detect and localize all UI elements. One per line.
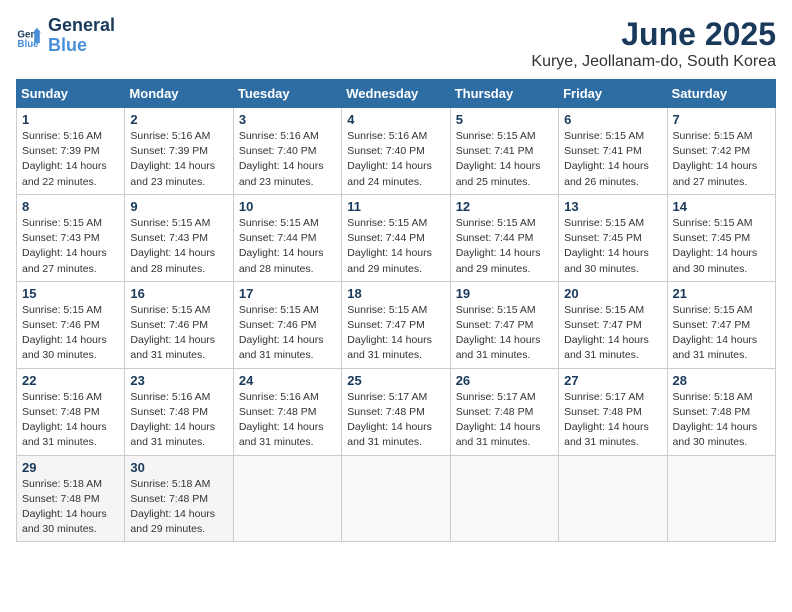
cell-jun17: 17 Sunrise: 5:15 AMSunset: 7:46 PMDaylig…: [233, 281, 341, 368]
title-block: June 2025 Kurye, Jeollanam-do, South Kor…: [531, 16, 776, 71]
cell-jun14: 14 Sunrise: 5:15 AMSunset: 7:45 PMDaylig…: [667, 194, 775, 281]
table-row: 22 Sunrise: 5:16 AMSunset: 7:48 PMDaylig…: [17, 368, 776, 455]
cell-empty: [342, 455, 450, 542]
cell-jun6: 6 Sunrise: 5:15 AMSunset: 7:41 PMDayligh…: [559, 108, 667, 195]
cell-jun25: 25 Sunrise: 5:17 AMSunset: 7:48 PMDaylig…: [342, 368, 450, 455]
cell-empty: [450, 455, 558, 542]
calendar-subtitle: Kurye, Jeollanam-do, South Korea: [531, 53, 776, 71]
cell-jun10: 10 Sunrise: 5:15 AMSunset: 7:44 PMDaylig…: [233, 194, 341, 281]
cell-jun2: 2 Sunrise: 5:16 AMSunset: 7:39 PMDayligh…: [125, 108, 233, 195]
header-saturday: Saturday: [667, 80, 775, 108]
cell-empty: [559, 455, 667, 542]
cell-jun4: 4 Sunrise: 5:16 AMSunset: 7:40 PMDayligh…: [342, 108, 450, 195]
cell-jun19: 19 Sunrise: 5:15 AMSunset: 7:47 PMDaylig…: [450, 281, 558, 368]
cell-jun22: 22 Sunrise: 5:16 AMSunset: 7:48 PMDaylig…: [17, 368, 125, 455]
cell-jun20: 20 Sunrise: 5:15 AMSunset: 7:47 PMDaylig…: [559, 281, 667, 368]
calendar-title: June 2025: [531, 16, 776, 53]
cell-jun28: 28 Sunrise: 5:18 AMSunset: 7:48 PMDaylig…: [667, 368, 775, 455]
cell-empty: [233, 455, 341, 542]
logo-icon: Gen Blue: [16, 22, 44, 50]
cell-jun18: 18 Sunrise: 5:15 AMSunset: 7:47 PMDaylig…: [342, 281, 450, 368]
header-wednesday: Wednesday: [342, 80, 450, 108]
cell-jun21: 21 Sunrise: 5:15 AMSunset: 7:47 PMDaylig…: [667, 281, 775, 368]
cell-jun16: 16 Sunrise: 5:15 AMSunset: 7:46 PMDaylig…: [125, 281, 233, 368]
header-monday: Monday: [125, 80, 233, 108]
header-thursday: Thursday: [450, 80, 558, 108]
cell-jun29: 29 Sunrise: 5:18 AMSunset: 7:48 PMDaylig…: [17, 455, 125, 542]
table-row: 1 Sunrise: 5:16 AMSunset: 7:39 PMDayligh…: [17, 108, 776, 195]
header-tuesday: Tuesday: [233, 80, 341, 108]
cell-jun24: 24 Sunrise: 5:16 AMSunset: 7:48 PMDaylig…: [233, 368, 341, 455]
table-row: 29 Sunrise: 5:18 AMSunset: 7:48 PMDaylig…: [17, 455, 776, 542]
cell-jun30: 30 Sunrise: 5:18 AMSunset: 7:48 PMDaylig…: [125, 455, 233, 542]
header-sunday: Sunday: [17, 80, 125, 108]
page-header: Gen Blue General Blue June 2025 Kurye, J…: [16, 16, 776, 71]
cell-jun1: 1 Sunrise: 5:16 AMSunset: 7:39 PMDayligh…: [17, 108, 125, 195]
cell-jun7: 7 Sunrise: 5:15 AMSunset: 7:42 PMDayligh…: [667, 108, 775, 195]
cell-jun26: 26 Sunrise: 5:17 AMSunset: 7:48 PMDaylig…: [450, 368, 558, 455]
cell-jun11: 11 Sunrise: 5:15 AMSunset: 7:44 PMDaylig…: [342, 194, 450, 281]
logo: Gen Blue General Blue: [16, 16, 115, 56]
cell-jun15: 15 Sunrise: 5:15 AMSunset: 7:46 PMDaylig…: [17, 281, 125, 368]
cell-jun9: 9 Sunrise: 5:15 AMSunset: 7:43 PMDayligh…: [125, 194, 233, 281]
cell-jun23: 23 Sunrise: 5:16 AMSunset: 7:48 PMDaylig…: [125, 368, 233, 455]
table-row: 15 Sunrise: 5:15 AMSunset: 7:46 PMDaylig…: [17, 281, 776, 368]
cell-jun27: 27 Sunrise: 5:17 AMSunset: 7:48 PMDaylig…: [559, 368, 667, 455]
header-friday: Friday: [559, 80, 667, 108]
cell-jun13: 13 Sunrise: 5:15 AMSunset: 7:45 PMDaylig…: [559, 194, 667, 281]
cell-empty: [667, 455, 775, 542]
calendar-table: Sunday Monday Tuesday Wednesday Thursday…: [16, 79, 776, 542]
cell-jun8: 8 Sunrise: 5:15 AMSunset: 7:43 PMDayligh…: [17, 194, 125, 281]
table-row: 8 Sunrise: 5:15 AMSunset: 7:43 PMDayligh…: [17, 194, 776, 281]
cell-jun12: 12 Sunrise: 5:15 AMSunset: 7:44 PMDaylig…: [450, 194, 558, 281]
cell-jun5: 5 Sunrise: 5:15 AMSunset: 7:41 PMDayligh…: [450, 108, 558, 195]
logo-text: General Blue: [48, 16, 115, 56]
header-row: Sunday Monday Tuesday Wednesday Thursday…: [17, 80, 776, 108]
cell-jun3: 3 Sunrise: 5:16 AMSunset: 7:40 PMDayligh…: [233, 108, 341, 195]
